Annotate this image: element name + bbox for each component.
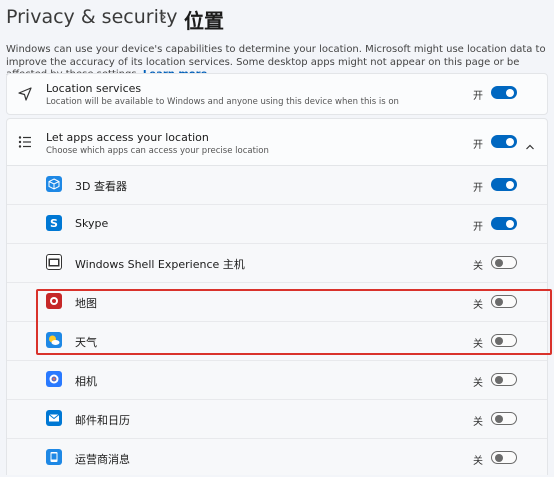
app-row-carrier-messaging: 运营商消息 关 [7, 439, 547, 477]
app-toggle-camera[interactable] [491, 373, 517, 386]
app-row-camera: 相机 关 [7, 361, 547, 400]
mail-icon [46, 410, 62, 426]
app-name: Skype [75, 217, 109, 230]
app-name: 3D 查看器 [75, 180, 127, 193]
toggle-knob [494, 414, 503, 423]
app-name: 相机 [75, 375, 97, 388]
header: Privacy & security › 位置 [0, 0, 554, 38]
app-name: 运营商消息 [75, 453, 130, 466]
apps-access-toggle[interactable] [491, 135, 517, 148]
location-services-title: Location services [46, 82, 142, 95]
app-toggle-mail-calendar[interactable] [491, 412, 517, 425]
app-state: 关 [473, 378, 483, 389]
app-row-shell-experience: Windows Shell Experience 主机 关 [7, 244, 547, 283]
toggle-knob [506, 219, 514, 228]
app-state: 关 [473, 261, 483, 272]
app-toggle-shell-experience[interactable] [491, 256, 517, 269]
list-icon [17, 134, 33, 154]
toggle-knob [506, 137, 514, 146]
3d-viewer-icon [46, 176, 62, 192]
skype-icon: S [46, 215, 62, 231]
app-name: 邮件和日历 [75, 414, 130, 427]
app-row-3d-viewer: 3D 查看器 开 [7, 166, 547, 205]
breadcrumb-separator-icon: › [160, 7, 167, 27]
app-row-mail-calendar: 邮件和日历 关 [7, 400, 547, 439]
carrier-messaging-icon [46, 449, 62, 465]
highlight-box [36, 289, 552, 355]
toggle-knob [494, 375, 503, 384]
app-state: 关 [473, 417, 483, 428]
apps-access-state: 开 [473, 140, 483, 151]
location-services-card[interactable]: Location services Location will be avail… [6, 73, 548, 115]
toggle-knob [506, 180, 514, 189]
breadcrumb-parent[interactable]: Privacy & security [6, 6, 178, 28]
camera-icon [46, 371, 62, 387]
svg-text:S: S [50, 217, 58, 230]
page-title: 位置 [184, 9, 224, 33]
shell-experience-icon [46, 254, 62, 270]
app-state: 关 [473, 456, 483, 467]
app-state: 开 [473, 183, 483, 194]
toggle-knob [506, 88, 514, 97]
location-services-state: 开 [473, 91, 483, 102]
location-services-toggle[interactable] [491, 86, 517, 99]
app-toggle-skype[interactable] [491, 217, 517, 230]
apps-access-card[interactable]: Let apps access your location Choose whi… [6, 118, 548, 166]
app-toggle-carrier-messaging[interactable] [491, 451, 517, 464]
navigation-arrow-icon [17, 86, 33, 106]
toggle-knob [494, 258, 503, 267]
app-row-skype: S Skype 开 [7, 205, 547, 244]
app-state: 开 [473, 222, 483, 233]
apps-access-title: Let apps access your location [46, 131, 209, 144]
app-name: Windows Shell Experience 主机 [75, 258, 245, 271]
app-toggle-3d-viewer[interactable] [491, 178, 517, 191]
toggle-knob [494, 453, 503, 462]
location-services-subtitle: Location will be available to Windows an… [46, 97, 399, 107]
apps-access-subtitle: Choose which apps can access your precis… [46, 146, 269, 156]
chevron-up-icon[interactable] [525, 137, 535, 156]
